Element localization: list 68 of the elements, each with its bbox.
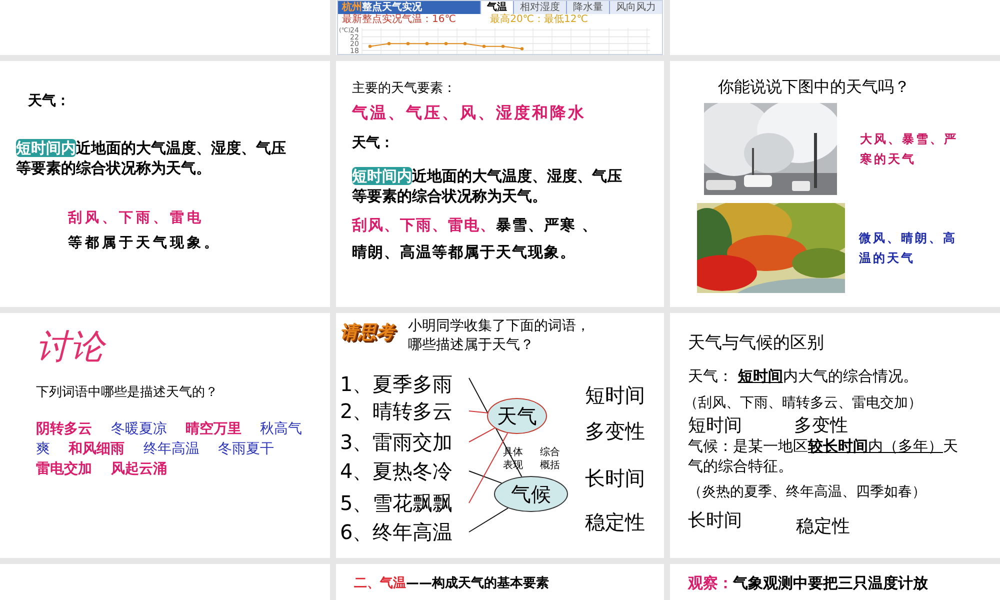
climate-ellipse: 气候 <box>494 476 568 512</box>
slide-thumbnail[interactable] <box>0 564 330 600</box>
data-point <box>444 42 448 46</box>
data-point <box>463 42 467 46</box>
data-point <box>387 42 391 46</box>
trait-label: 短时间 <box>585 385 645 405</box>
slide-thumbnail[interactable] <box>0 0 330 55</box>
data-point <box>406 42 410 46</box>
connector-line <box>468 508 508 532</box>
current-temperature: 最新整点实况气温：16℃ <box>342 15 456 25</box>
slide-title: 讨论 <box>36 327 330 367</box>
slide-thumbnail[interactable]: 主要的天气要素： 气温、气压、风、湿度和降水 天气： 短时间内近地面的大气温度、湿度、气压等要素的综合状况称为天气。 刮风、下雨、雷电、暴雪、严寒 、晴朗、高温等都属于天气现象。 <box>336 61 664 307</box>
phrase-item: 4、夏热冬冷 <box>340 461 453 481</box>
think-logo: 请思考 <box>340 321 394 345</box>
data-point <box>425 42 429 46</box>
widget-tab[interactable]: 气温 <box>480 1 513 14</box>
definition-text: 短时间内近地面的大气温度、湿度、气压等要素的综合状况称为天气。 <box>352 166 622 206</box>
trait-label: 多变性 <box>794 416 848 436</box>
observation-text: 观察：气象观测中要把三只温度计放 <box>688 573 929 594</box>
data-point <box>520 47 524 50</box>
slide-thumbnail[interactable]: 你能说说下图中的天气吗？ 大风、暴雪、严寒的天气 微风、晴朗、高温的天气 <box>670 61 1000 307</box>
temperature-range: 最高20℃：最低12℃ <box>490 15 588 25</box>
trait-label: 长时间 <box>585 468 645 488</box>
section-title: 二、气温——构成天气的基本要素 <box>354 574 550 593</box>
definition-text: 短时间内近地面的大气温度、湿度、气压等要素的综合状况称为天气。 <box>16 138 286 178</box>
data-point <box>501 44 505 48</box>
widget-tab[interactable]: 降水量 <box>566 1 609 14</box>
examples-note: 等都属于天气现象。 <box>68 234 222 253</box>
phrase-item: 3、雷雨交加 <box>340 432 453 452</box>
question-text: 小明同学收集了下面的词语， 哪些描述属于天气？ <box>408 317 590 355</box>
widget-title: 杭州整点天气实况 <box>340 2 423 12</box>
phrase-item: 5、雪花飘飘 <box>340 493 453 513</box>
widget-tab[interactable]: 相对湿度 <box>513 1 566 14</box>
slide-thumbnail[interactable]: 二、气温——构成天气的基本要素 <box>336 564 664 600</box>
climate-examples: （炎热的夏季、终年高温、四季如春） <box>688 483 927 502</box>
slide-thumbnail[interactable]: 天气与气候的区别 天气： 短时间内大气的综合情况。 （刮风、下雨、晴转多云、雷电交加） 短时间 多变性 气候：是某一地区较长时间内（多年）天气的综合特征。 （炎热的夏季、终年高温、四季如春） 长时间 稳定性 <box>670 313 1000 558</box>
word-list: 阴转多云 冬暖夏凉 晴空万里 秋高气爽 和风细雨 终年高温 冬雨夏干 雷电交加 风起云涌 <box>36 418 306 478</box>
slide-thumbnail[interactable]: 观察：气象观测中要把三只温度计放 <box>670 564 1000 600</box>
weather-examples: （刮风、下雨、晴转多云、雷电交加） <box>684 394 923 413</box>
trait-label: 多变性 <box>585 421 645 441</box>
general-label: 综合 概括 <box>540 446 560 472</box>
question-text: 下列词语中哪些是描述天气的？ <box>36 384 219 402</box>
slide-heading: 天气： <box>352 134 395 152</box>
climate-definition: 气候：是某一地区较长时间内（多年）天气的综合特征。 <box>688 436 958 476</box>
picture-caption: 大风、暴雪、严寒的天气 <box>860 131 959 168</box>
widget-tab[interactable]: 风向风力 <box>609 1 662 14</box>
slide-title: 你能说说下图中的天气吗？ <box>718 76 911 98</box>
data-point <box>482 44 486 48</box>
slide-title: 天气与气候的区别 <box>688 332 825 355</box>
trait-label: 稳定性 <box>796 515 850 539</box>
slide-thumbnail[interactable]: 讨论 下列词语中哪些是描述天气的？ 阴转多云 冬暖夏凉 晴空万里 秋高气爽 和风细雨 终年高温 冬雨夏干 雷电交加 风起云涌 <box>0 313 330 558</box>
phrase-item: 6、终年高温 <box>340 522 453 542</box>
phenomena-text: 刮风、下雨、雷电、暴雪、严寒 、晴朗、高温等都属于天气现象。 <box>352 214 600 262</box>
intro-text: 主要的天气要素： <box>352 80 457 98</box>
slide-heading: 天气： <box>28 92 71 111</box>
slide-thumbnail[interactable] <box>670 0 1000 55</box>
data-point <box>368 44 372 48</box>
elements-text: 气温、气压、风、湿度和降水 <box>352 102 587 124</box>
phrase-item: 2、晴转多云 <box>340 401 453 421</box>
examples-text: 刮风、下雨、雷电 <box>68 209 205 228</box>
trait-label: 短时间 <box>688 416 742 436</box>
slide-thumbnail[interactable]: 天气： 短时间内近地面的大气温度、湿度、气压等要素的综合状况称为天气。 刮风、下雨、雷电 等都属于天气现象。 <box>0 61 330 307</box>
trait-label: 长时间 <box>688 509 742 533</box>
weather-ellipse: 天气 <box>487 398 547 434</box>
trait-label: 稳定性 <box>585 512 645 532</box>
picture-caption: 微风、晴朗、高温的天气 <box>859 230 958 267</box>
weather-definition: 天气： 短时间内大气的综合情况。 <box>688 366 919 386</box>
phrase-item: 1、夏季多雨 <box>340 374 453 394</box>
